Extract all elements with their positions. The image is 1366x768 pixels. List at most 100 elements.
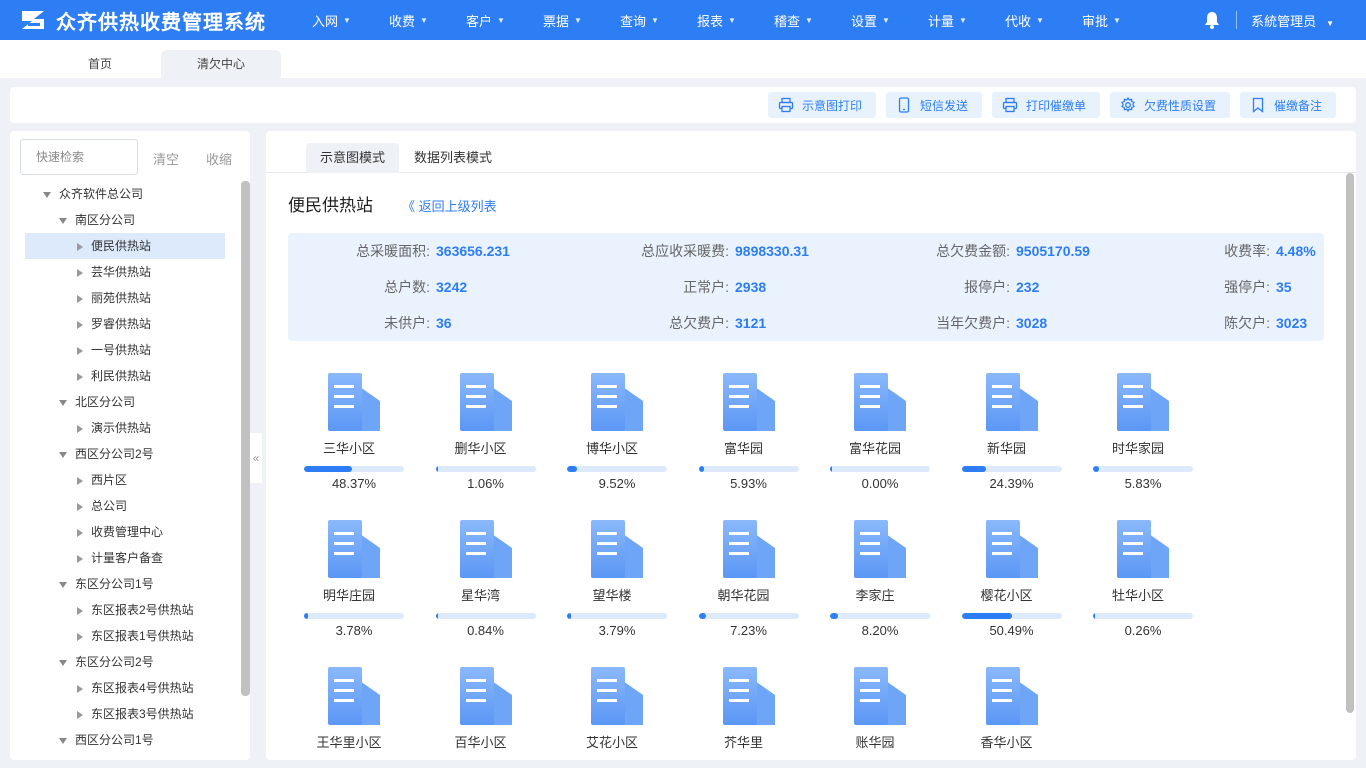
community-card[interactable]: 富华园 5.93% xyxy=(689,371,799,501)
caret-right-icon[interactable] xyxy=(77,346,83,355)
caret-right-icon[interactable] xyxy=(77,372,83,381)
caret-right-icon[interactable] xyxy=(77,554,83,563)
tree-node[interactable]: 罗睿供热站 xyxy=(25,311,225,337)
community-card[interactable]: 新华园 24.39% xyxy=(952,371,1062,501)
nav-query[interactable]: 查询 ▼ xyxy=(608,0,685,40)
print-diagram-button[interactable]: 示意图打印 xyxy=(768,92,876,118)
tree-node[interactable]: 西片区 xyxy=(25,467,225,493)
back-to-parent-link[interactable]: 《 返回上级列表 xyxy=(402,196,497,215)
main-scrollbar[interactable] xyxy=(1346,173,1354,713)
caret-right-icon[interactable] xyxy=(77,242,83,251)
community-card[interactable]: 樱花小区 50.49% xyxy=(952,518,1062,648)
nav-charge[interactable]: 收费 ▼ xyxy=(377,0,454,40)
tree-node[interactable]: 总公司 xyxy=(25,493,225,519)
chevron-down-icon: ▼ xyxy=(420,15,428,25)
community-card[interactable]: 艾花小区 xyxy=(557,665,667,760)
community-card[interactable]: 望华楼 3.79% xyxy=(557,518,667,648)
community-card[interactable]: 明华庄园 3.78% xyxy=(294,518,404,648)
user-menu[interactable]: 系統管理员 ▼ xyxy=(1251,11,1334,30)
caret-right-icon[interactable] xyxy=(77,528,83,537)
tab-arrears-center[interactable]: 清欠中心 xyxy=(161,50,281,78)
nav-entry[interactable]: 入网 ▼ xyxy=(300,0,377,40)
caret-down-icon[interactable] xyxy=(43,191,51,198)
caret-right-icon[interactable] xyxy=(77,320,83,329)
tree-node-label: 利民供热站 xyxy=(91,369,152,383)
community-card[interactable]: 账华园 xyxy=(820,665,930,760)
community-card[interactable]: 李家庄 8.20% xyxy=(820,518,930,648)
nav-invoice[interactable]: 票据 ▼ xyxy=(531,0,608,40)
community-card[interactable]: 芥华里 xyxy=(689,665,799,760)
phone-icon xyxy=(898,97,910,113)
nav-metering[interactable]: 计量 ▼ xyxy=(916,0,993,40)
tree-node[interactable]: 西区分公司1号 xyxy=(25,727,225,753)
caret-right-icon[interactable] xyxy=(77,424,83,433)
tree-node[interactable]: 丽苑供热站 xyxy=(25,285,225,311)
nav-approval[interactable]: 审批 ▼ xyxy=(1070,0,1147,40)
nav-report[interactable]: 报表 ▼ xyxy=(685,0,762,40)
caret-right-icon[interactable] xyxy=(77,294,83,303)
send-sms-button[interactable]: 短信发送 xyxy=(886,92,982,118)
community-card[interactable]: 删华小区 1.06% xyxy=(426,371,536,501)
community-card[interactable]: 星华湾 0.84% xyxy=(426,518,536,648)
tree-node[interactable]: 计量客户备查 xyxy=(25,545,225,571)
tree-node[interactable]: 北区分公司 xyxy=(25,389,225,415)
caret-right-icon[interactable] xyxy=(77,476,83,485)
tree-node[interactable]: 便民供热站 xyxy=(25,233,225,259)
collapse-sidebar-handle[interactable]: « xyxy=(250,433,262,483)
caret-down-icon[interactable] xyxy=(59,737,67,744)
clear-button[interactable]: 清空 xyxy=(153,149,179,168)
arrears-type-settings-button[interactable]: 欠费性质设置 xyxy=(1110,92,1230,118)
community-card[interactable]: 朝华花园 7.23% xyxy=(689,518,799,648)
caret-right-icon[interactable] xyxy=(77,632,83,641)
tree-node[interactable]: 东区报表2号供热站 xyxy=(25,597,225,623)
sidebar-scrollbar[interactable] xyxy=(241,181,250,696)
tree-node[interactable]: 一号供热站 xyxy=(25,337,225,363)
nav-collection[interactable]: 代收 ▼ xyxy=(993,0,1070,40)
collection-note-button[interactable]: 催缴备注 xyxy=(1240,92,1336,118)
tree-node[interactable]: 演示供热站 xyxy=(25,415,225,441)
print-notice-button[interactable]: 打印催缴单 xyxy=(992,92,1100,118)
collection-rate-bar xyxy=(304,613,404,619)
tree-node[interactable]: 利民供热站 xyxy=(25,363,225,389)
caret-down-icon[interactable] xyxy=(59,581,67,588)
community-name: 百华小区 xyxy=(454,735,507,750)
nav-settings[interactable]: 设置 ▼ xyxy=(839,0,916,40)
tree-node[interactable]: 东区报表3号供热站 xyxy=(25,701,225,727)
tree-node[interactable]: 东区报表1号供热站 xyxy=(25,623,225,649)
tab-diagram-mode[interactable]: 示意图模式 xyxy=(306,143,400,173)
caret-down-icon[interactable] xyxy=(59,399,67,406)
caret-right-icon[interactable] xyxy=(77,502,83,511)
community-card[interactable]: 富华花园 0.00% xyxy=(820,371,930,501)
community-card[interactable]: 牡华小区 0.26% xyxy=(1083,518,1193,648)
caret-down-icon[interactable] xyxy=(59,217,67,224)
collapse-button[interactable]: 收缩 xyxy=(206,149,232,168)
community-card[interactable]: 三华小区 48.37% xyxy=(294,371,404,501)
community-card[interactable]: 时华家园 5.83% xyxy=(1083,371,1193,501)
community-card[interactable]: 百华小区 xyxy=(426,665,536,760)
tree-node[interactable]: 东区分公司2号 xyxy=(25,649,225,675)
chevron-down-icon: ▼ xyxy=(959,15,967,25)
caret-right-icon[interactable] xyxy=(77,710,83,719)
nav-audit[interactable]: 稽查 ▼ xyxy=(762,0,839,40)
caret-right-icon[interactable] xyxy=(77,684,83,693)
tree-node[interactable]: 芸华供热站 xyxy=(25,259,225,285)
tree-node[interactable]: 收费管理中心 xyxy=(25,519,225,545)
caret-down-icon[interactable] xyxy=(59,659,67,666)
tree-node[interactable]: 南区分公司 xyxy=(25,207,225,233)
bell-icon[interactable] xyxy=(1202,10,1222,30)
tree-node[interactable]: 西区分公司2号 xyxy=(25,441,225,467)
tree-node[interactable]: 东区分公司1号 xyxy=(25,571,225,597)
caret-right-icon[interactable] xyxy=(77,268,83,277)
search-input[interactable] xyxy=(20,139,138,175)
nav-customer[interactable]: 客户 ▼ xyxy=(454,0,531,40)
caret-right-icon[interactable] xyxy=(77,606,83,615)
community-card[interactable]: 博华小区 9.52% xyxy=(557,371,667,501)
tab-home[interactable]: 首页 xyxy=(40,50,160,78)
community-card[interactable]: 王华里小区 xyxy=(294,665,404,760)
community-card[interactable]: 香华小区 xyxy=(952,665,1062,760)
tree-node[interactable]: 东区报表4号供热站 xyxy=(25,675,225,701)
tab-list-mode[interactable]: 数据列表模式 xyxy=(400,143,506,173)
tree-node[interactable]: 众齐软件总公司 xyxy=(25,181,225,207)
collection-rate-bar xyxy=(698,466,799,472)
caret-down-icon[interactable] xyxy=(59,451,67,458)
